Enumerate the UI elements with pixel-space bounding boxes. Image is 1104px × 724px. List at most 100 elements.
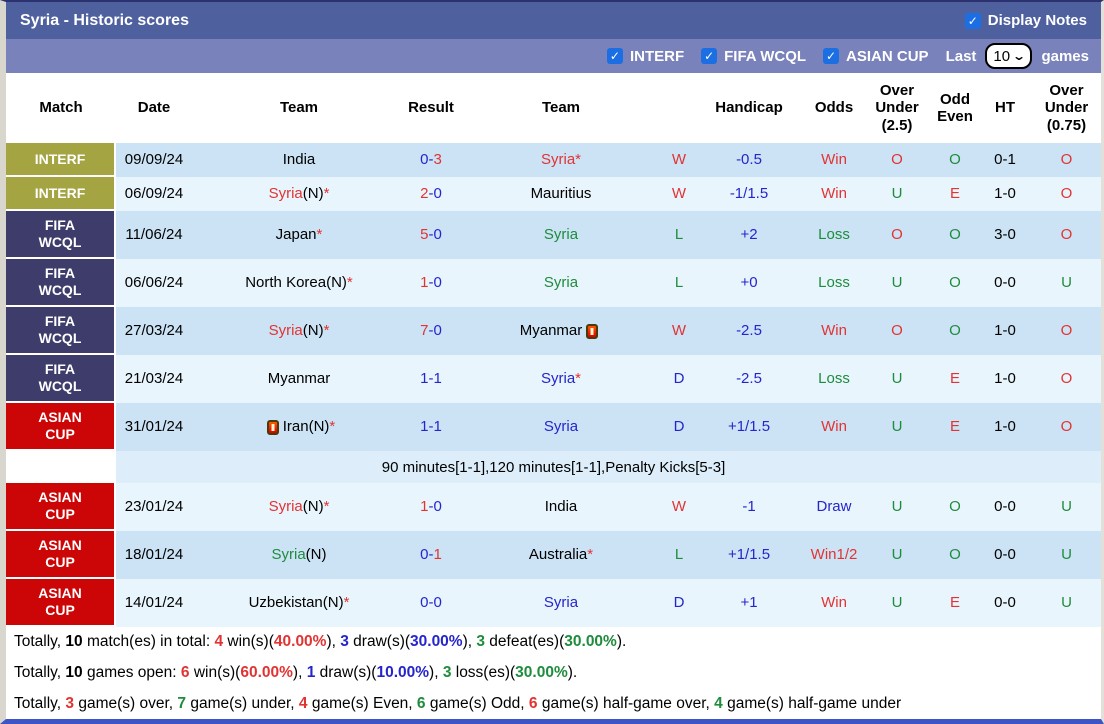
result-cell: 5 -0 xyxy=(406,211,456,259)
over-under-25-cell: O xyxy=(862,211,932,259)
text-segment: Win xyxy=(821,593,847,611)
match-cell: FIFA WCQL xyxy=(6,211,116,259)
header-handicap: Handicap xyxy=(715,99,783,117)
wdl-cell: W xyxy=(666,307,692,355)
result-cell: 1 -0 xyxy=(406,259,456,307)
over-under-25-cell: U xyxy=(862,531,932,579)
odds-cell: Win xyxy=(806,143,862,177)
team2-cell: Syria xyxy=(456,211,666,259)
text-segment: O xyxy=(949,150,961,168)
match-competition-badge: INTERF xyxy=(6,177,116,211)
wdl-cell: D xyxy=(666,403,692,451)
page-title: Syria - Historic scores xyxy=(20,11,189,29)
text-segment: Win xyxy=(821,417,847,435)
odds-cell: Win xyxy=(806,579,862,627)
ht-cell: 1-0 xyxy=(994,184,1016,202)
historic-scores-panel: Syria - Historic scores Display Notes IN… xyxy=(0,0,1104,724)
wdl-cell: L xyxy=(666,211,692,259)
interf-checkbox[interactable] xyxy=(606,48,623,64)
text-segment: U xyxy=(1061,545,1072,563)
text-segment: * xyxy=(343,593,350,611)
table-row: INTERF 09/09/24 India 0- 3 Syria * W -0.5 Win O O 0-… xyxy=(6,143,1101,177)
over-under-075-cell: U xyxy=(1032,531,1101,579)
match-competition-badge: FIFA WCQL xyxy=(6,211,116,259)
text-segment: Win xyxy=(821,184,847,202)
odd-even-cell: E xyxy=(932,403,978,451)
table-row: FIFA WCQL 11/06/24 Japan * 5 -0 Syria L +2 Loss O O… xyxy=(6,211,1101,259)
header-odds: Odds xyxy=(814,99,854,117)
odds-cell: Loss xyxy=(806,259,862,307)
last-games-select[interactable]: 10 xyxy=(993,47,1011,65)
text-segment: O xyxy=(1060,184,1073,202)
text-segment: Syria xyxy=(540,369,576,387)
text-segment: U xyxy=(891,417,903,435)
team1-cell: Japan * xyxy=(192,211,406,259)
text-segment: 3 xyxy=(433,150,442,168)
fifa-wcql-checkbox[interactable] xyxy=(701,48,718,64)
text-segment: * xyxy=(316,225,323,243)
text-segment: (N) xyxy=(302,497,324,515)
chevron-down-icon: ⌄ xyxy=(1012,49,1027,63)
odds-cell: Win xyxy=(806,307,862,355)
over-under-075-cell: O xyxy=(1032,177,1101,211)
text-segment: U xyxy=(1061,497,1072,515)
over-under-075-cell: O xyxy=(1032,403,1101,451)
text-segment: Win1/2 xyxy=(810,545,858,563)
text-segment: 1-1 xyxy=(420,369,442,387)
handicap-cell: +1 xyxy=(740,593,758,611)
match-cell: FIFA WCQL xyxy=(6,259,116,307)
over-under-075-cell: U xyxy=(1032,483,1101,531)
wdl-cell: W xyxy=(666,143,692,177)
text-segment: 0- xyxy=(420,150,434,168)
text-segment: 7 xyxy=(177,694,187,712)
over-under-25-cell: U xyxy=(862,483,932,531)
result-cell: 1-1 xyxy=(406,355,456,403)
filter-asian-cup: ASIAN CUP xyxy=(823,48,929,65)
table-row: ASIAN CUP 31/01/24 Iran(N) * 1-1 Syria D +1/1.5… xyxy=(6,403,1101,451)
title-bar: Syria - Historic scores Display Notes xyxy=(6,2,1101,39)
text-segment: 1 xyxy=(420,497,429,515)
over-under-075-cell: O xyxy=(1032,307,1101,355)
match-competition-badge: ASIAN CUP xyxy=(6,579,116,627)
text-segment: game(s) under, xyxy=(186,694,299,712)
text-segment: 1-1 xyxy=(420,417,442,435)
text-segment: (N) xyxy=(302,321,324,339)
text-segment: W xyxy=(671,184,687,202)
handicap-cell: -1 xyxy=(742,497,756,515)
text-segment: win(s)( xyxy=(189,664,241,681)
interf-label: INTERF xyxy=(629,47,685,65)
text-segment: ). xyxy=(616,633,627,651)
ht-cell: 0-0 xyxy=(994,593,1016,611)
asian-cup-checkbox[interactable] xyxy=(823,48,840,64)
date-cell: 23/01/24 xyxy=(124,497,184,515)
text-segment: 1 xyxy=(420,273,429,291)
text-segment: U xyxy=(891,545,903,563)
table-row: ASIAN CUP 18/01/24 Syria (N) 0- 1 Australia * L +… xyxy=(6,531,1101,579)
display-notes-checkbox[interactable] xyxy=(964,12,981,29)
odds-cell: Loss xyxy=(806,211,862,259)
text-segment: Syria xyxy=(268,321,303,339)
team1-cell: Syria (N) xyxy=(192,531,406,579)
header-team: Team xyxy=(541,99,581,117)
match-cell: INTERF xyxy=(6,177,116,211)
display-notes-label: Display Notes xyxy=(987,12,1087,29)
text-segment: ). xyxy=(567,664,578,681)
text-segment: Iran(N) xyxy=(282,417,330,435)
text-segment: D xyxy=(673,369,685,387)
handicap-cell: -2.5 xyxy=(736,321,762,339)
team2-cell: India xyxy=(456,483,666,531)
match-competition-badge: FIFA WCQL xyxy=(6,355,116,403)
date-cell: 11/06/24 xyxy=(125,225,183,243)
text-segment: * xyxy=(575,369,582,387)
date-cell: 09/09/24 xyxy=(124,150,184,168)
match-competition-badge: FIFA WCQL xyxy=(6,259,116,307)
text-segment: O xyxy=(1060,225,1073,243)
summary-line-3: Totally, 3 game(s) over, 7 game(s) under… xyxy=(6,688,1101,719)
handicap-cell: +2 xyxy=(740,225,758,243)
summary: Totally, 10 match(es) in total: 4 win(s)… xyxy=(6,627,1101,719)
text-segment: W xyxy=(671,497,687,515)
text-segment: ), xyxy=(429,664,443,681)
text-segment: * xyxy=(587,545,594,563)
text-segment: U xyxy=(1061,593,1072,611)
note-blank-cell xyxy=(6,451,116,483)
